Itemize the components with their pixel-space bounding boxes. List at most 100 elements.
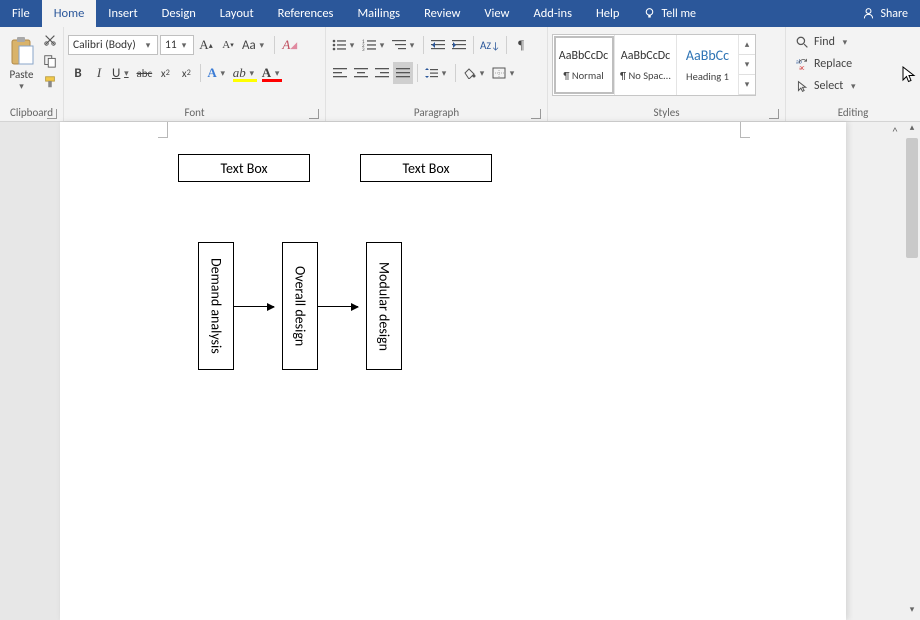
tab-layout[interactable]: Layout — [208, 0, 266, 27]
replace-button[interactable]: abac Replace — [796, 54, 858, 74]
line-spacing-icon — [424, 67, 438, 79]
paste-button[interactable]: Paste ▾ — [4, 29, 39, 99]
text-effects-button[interactable]: A▾ — [205, 62, 229, 84]
share-label: Share — [880, 7, 908, 21]
flow-box-3[interactable]: Modular design — [366, 242, 402, 370]
justify-button[interactable] — [393, 62, 413, 84]
tab-file[interactable]: File — [0, 0, 42, 27]
cursor-icon — [796, 80, 809, 93]
mouse-cursor-icon — [902, 66, 916, 84]
sort-button[interactable]: AZ↓ — [478, 34, 502, 56]
highlight-button[interactable]: ab▾ — [231, 62, 259, 84]
outdent-icon — [431, 39, 445, 51]
scroll-up-button[interactable]: ▴ — [904, 122, 920, 138]
styles-group-label: Styles — [653, 106, 679, 119]
tab-home[interactable]: Home — [42, 0, 97, 27]
scroll-down-button[interactable]: ▾ — [904, 604, 920, 620]
numbering-button[interactable]: 123▾ — [360, 34, 389, 56]
flow-box-2[interactable]: Overall design — [282, 242, 318, 370]
arrow-1[interactable] — [234, 306, 274, 307]
find-button[interactable]: Find▾ — [796, 32, 858, 52]
bullets-button[interactable]: ▾ — [330, 34, 359, 56]
styles-gallery: AaBbCcDc ¶ Normal AaBbCcDc ¶ No Spac... … — [552, 34, 756, 96]
tab-review[interactable]: Review — [412, 0, 472, 27]
tab-view[interactable]: View — [472, 0, 521, 27]
clear-format-button[interactable]: A◢ — [280, 34, 300, 56]
brush-icon — [43, 75, 57, 89]
superscript-button[interactable]: x2 — [176, 62, 196, 84]
tab-addins[interactable]: Add-ins — [521, 0, 584, 27]
italic-button[interactable]: I — [89, 62, 109, 84]
textbox-shape-1[interactable]: Text Box — [178, 154, 310, 182]
multilevel-button[interactable]: ▾ — [390, 34, 419, 56]
underline-button[interactable]: U▾ — [110, 62, 133, 84]
style-normal[interactable]: AaBbCcDc ¶ Normal — [553, 35, 615, 95]
font-name-value: Calibri (Body) — [73, 38, 136, 52]
arrow-2[interactable] — [318, 306, 358, 307]
document-page[interactable]: Text Box Text Box Demand analysis Overal… — [60, 122, 846, 620]
increase-indent-button[interactable] — [449, 34, 469, 56]
tell-me[interactable]: Tell me — [631, 0, 708, 27]
align-center-icon — [354, 67, 368, 79]
decrease-indent-button[interactable] — [428, 34, 448, 56]
scroll-thumb[interactable] — [906, 138, 918, 258]
select-label: Select — [814, 79, 843, 93]
select-button[interactable]: Select▾ — [796, 76, 858, 96]
left-gutter — [0, 122, 60, 620]
font-size-combo[interactable]: 11▾ — [160, 35, 194, 55]
share-button[interactable]: Share — [850, 0, 920, 27]
tab-mailings[interactable]: Mailings — [345, 0, 412, 27]
chevron-down-icon: ▾ — [17, 81, 27, 92]
format-painter-button[interactable] — [41, 73, 59, 91]
vertical-scrollbar[interactable]: ▴ ▾ — [904, 122, 920, 620]
svg-text:3: 3 — [362, 47, 365, 51]
document-area: Text Box Text Box Demand analysis Overal… — [0, 122, 920, 620]
search-icon — [796, 36, 809, 49]
strikethrough-button[interactable]: abc — [134, 62, 154, 84]
paragraph-launcher[interactable] — [531, 109, 541, 119]
styles-launcher[interactable] — [769, 109, 779, 119]
scissors-icon — [43, 33, 57, 47]
style-preview: AaBbCcDc — [621, 49, 670, 63]
grow-font-button[interactable]: A▴ — [196, 34, 216, 56]
flow-label: Demand analysis — [208, 258, 225, 354]
shading-button[interactable]: ▾ — [460, 62, 489, 84]
tab-insert[interactable]: Insert — [96, 0, 149, 27]
font-color-button[interactable]: A▾ — [260, 62, 284, 84]
subscript-button[interactable]: x2 — [155, 62, 175, 84]
chevron-down-icon: ▾ — [143, 40, 153, 51]
bold-button[interactable]: B — [68, 62, 88, 84]
cut-button[interactable] — [41, 31, 59, 49]
flow-label: Modular design — [376, 262, 393, 351]
styles-scroll-down[interactable]: ▾ — [739, 55, 755, 75]
align-center-button[interactable] — [351, 62, 371, 84]
shrink-font-button[interactable]: A▾ — [218, 34, 238, 56]
change-case-button[interactable]: Aa▾ — [240, 34, 269, 56]
styles-more[interactable]: ▾ — [739, 75, 755, 95]
tell-me-label: Tell me — [661, 7, 696, 21]
textbox-shape-2[interactable]: Text Box — [360, 154, 492, 182]
tab-references[interactable]: References — [266, 0, 346, 27]
numbering-icon: 123 — [362, 39, 376, 51]
line-spacing-button[interactable]: ▾ — [422, 62, 451, 84]
style-preview: AaBbCc — [686, 47, 729, 64]
style-name: Heading 1 — [686, 70, 729, 83]
paragraph-group-label: Paragraph — [414, 106, 459, 119]
font-name-combo[interactable]: Calibri (Body) ▾ — [68, 35, 158, 55]
flow-box-1[interactable]: Demand analysis — [198, 242, 234, 370]
style-heading1[interactable]: AaBbCc Heading 1 — [677, 35, 739, 95]
style-nospacing[interactable]: AaBbCcDc ¶ No Spac... — [615, 35, 677, 95]
align-right-button[interactable] — [372, 62, 392, 84]
show-marks-button[interactable]: ¶ — [511, 34, 531, 56]
align-left-button[interactable] — [330, 62, 350, 84]
scroll-track[interactable] — [904, 138, 920, 604]
textbox-text: Text Box — [402, 160, 449, 177]
font-launcher[interactable] — [309, 109, 319, 119]
collapse-ribbon-button[interactable]: ^ — [888, 125, 902, 139]
tab-design[interactable]: Design — [150, 0, 208, 27]
clipboard-launcher[interactable] — [47, 109, 57, 119]
copy-button[interactable] — [41, 52, 59, 70]
borders-button[interactable]: ▾ — [490, 62, 519, 84]
styles-scroll-up[interactable]: ▴ — [739, 35, 755, 55]
tab-help[interactable]: Help — [584, 0, 631, 27]
